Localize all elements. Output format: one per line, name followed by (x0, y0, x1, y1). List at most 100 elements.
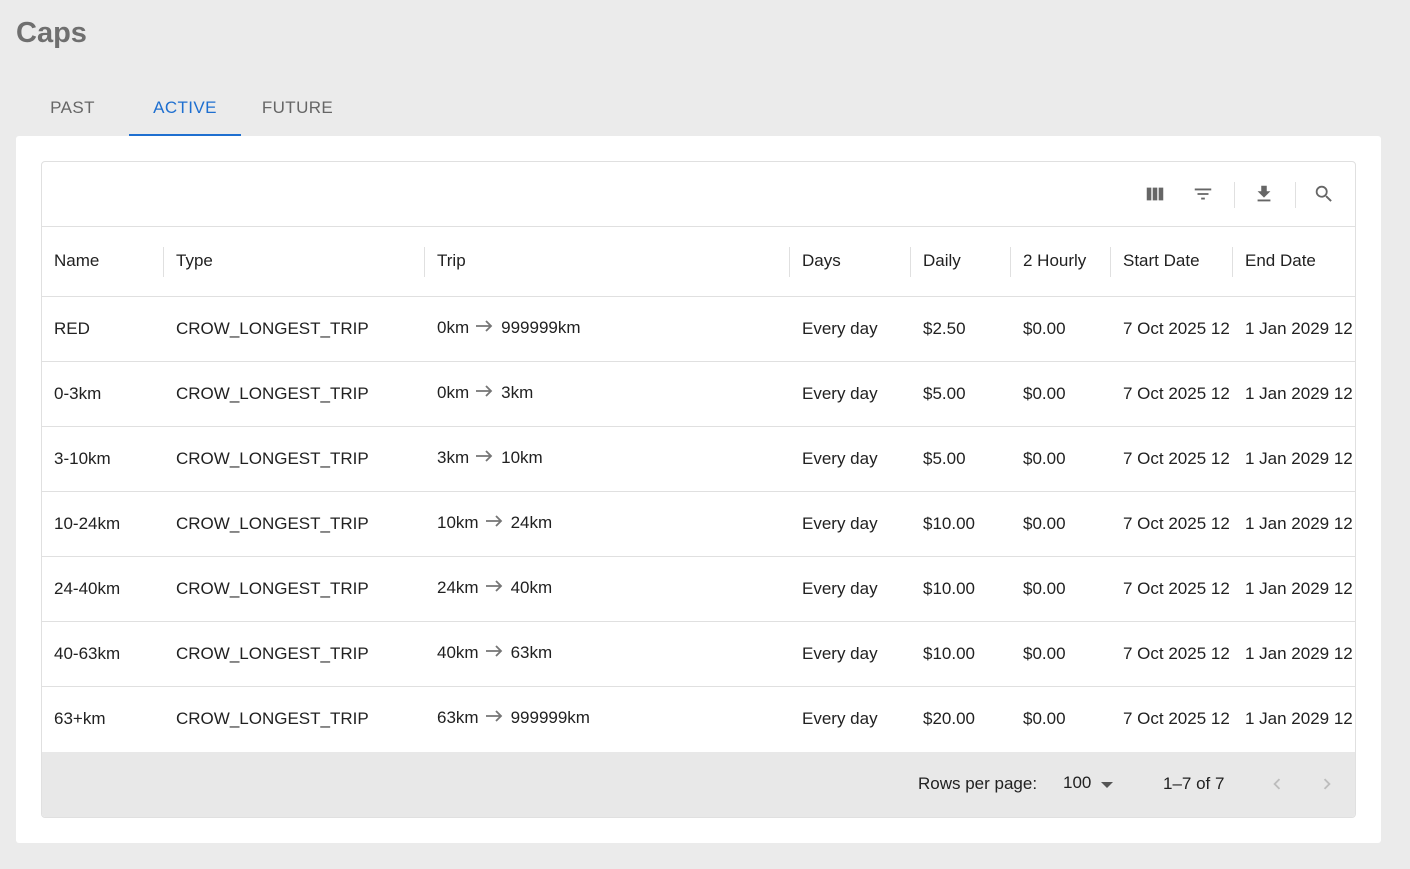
cell-name: 63+km (54, 708, 106, 728)
trip-from: 40km (437, 643, 479, 663)
cell-start-date: 7 Oct 2025 12 (1111, 426, 1233, 492)
arrow-right-icon (485, 708, 505, 728)
cell-type: CROW_LONGEST_TRIP (164, 426, 425, 492)
table-row[interactable]: 0-3km CROW_LONGEST_TRIP 0km 3km Every day $5.… (42, 361, 1355, 427)
trip-to: 24km (510, 513, 553, 533)
cell-days: Every day (790, 296, 911, 362)
cell-trip: 0km 999999km (425, 296, 790, 362)
column-header-trip[interactable]: Trip (425, 227, 790, 297)
cell-type: CROW_LONGEST_TRIP (164, 296, 425, 362)
cell-days: Every day (802, 708, 878, 728)
view-columns-icon[interactable] (1141, 180, 1169, 208)
cell-end-date: 1 Jan 2029 12 (1233, 491, 1355, 557)
column-header-2-hourly[interactable]: 2 Hourly (1011, 227, 1111, 297)
rows-per-page-select[interactable]: 100 (1063, 773, 1114, 793)
table-row[interactable]: 3-10km CROW_LONGEST_TRIP 3km 10km Every day $… (42, 426, 1355, 492)
cell-daily: $10.00 (911, 556, 1011, 622)
arrow-right-icon (475, 318, 495, 338)
cell-type: CROW_LONGEST_TRIP (176, 708, 369, 728)
cell-trip: 3km 10km (425, 426, 790, 492)
trip-from: 63km (437, 708, 479, 728)
cell-2-hourly: $0.00 (1011, 296, 1111, 362)
cell-end-date: 1 Jan 2029 12 (1233, 556, 1355, 622)
table-toolbar (42, 162, 1355, 227)
trip-from: 0km (437, 383, 470, 403)
next-page-button[interactable] (1315, 772, 1339, 796)
table-row[interactable]: 24-40km CROW_LONGEST_TRIP 24km 40km Every da… (42, 556, 1355, 622)
arrow-right-icon (475, 448, 495, 468)
previous-page-button[interactable] (1265, 772, 1289, 796)
chevron-left-icon (1273, 778, 1281, 790)
filter-icon[interactable] (1189, 180, 1217, 208)
data-table: Name Type Trip Days Daily 2 Hourly Start… (41, 161, 1356, 818)
chevron-right-icon (1323, 778, 1331, 790)
cell-days: Every day (790, 361, 911, 427)
trip-from: 3km (437, 448, 470, 468)
trip-to: 999999km (501, 318, 581, 338)
cell-end-date: 1 Jan 2029 12 (1233, 296, 1355, 362)
table-row[interactable]: RED CROW_LONGEST_TRIP 0km 999999km Every day… (42, 296, 1355, 362)
cell-type: CROW_LONGEST_TRIP (164, 361, 425, 427)
cell-type: CROW_LONGEST_TRIP (164, 621, 425, 687)
table-row[interactable]: 63+km CROW_LONGEST_TRIP 63km 999999km Every … (42, 686, 1355, 751)
cell-start-date: 7 Oct 2025 12 (1111, 491, 1233, 557)
cell-start-date: 7 Oct 2025 12 (1111, 361, 1233, 427)
column-header-type[interactable]: Type (164, 227, 425, 297)
trip-from: 10km (437, 513, 479, 533)
pagination-range: 1–7 of 7 (1163, 774, 1225, 793)
cell-trip: 10km 24km (425, 491, 790, 557)
table-row[interactable]: 10-24km CROW_LONGEST_TRIP 10km 24km Every da… (42, 491, 1355, 557)
column-header-end-date[interactable]: End Date (1233, 227, 1355, 297)
tab-active[interactable]: ACTIVE (129, 80, 241, 136)
cell-daily: $5.00 (911, 361, 1011, 427)
cell-start-date: 7 Oct 2025 12 (1111, 621, 1233, 687)
trip-to: 40km (510, 578, 553, 598)
trip-to: 999999km (510, 708, 590, 728)
cell-name: 0-3km (42, 361, 164, 427)
content-card: Name Type Trip Days Daily 2 Hourly Start… (16, 136, 1381, 843)
cell-days: Every day (790, 491, 911, 557)
table-row[interactable]: 40-63km CROW_LONGEST_TRIP 40km 63km Every da… (42, 621, 1355, 687)
cell-type: CROW_LONGEST_TRIP (164, 556, 425, 622)
caret-down-icon (1101, 781, 1114, 788)
cell-days: Every day (790, 426, 911, 492)
tab-future[interactable]: FUTURE (241, 80, 354, 136)
cell-daily: $10.00 (911, 621, 1011, 687)
cell-name: 40-63km (42, 621, 164, 687)
rows-per-page-value: 100 (1063, 773, 1092, 792)
cell-end-date: 1 Jan 2029 12 (1233, 361, 1355, 427)
cell-daily: $2.50 (911, 296, 1011, 362)
search-icon[interactable] (1310, 180, 1338, 208)
table-header-row: Name Type Trip Days Daily 2 Hourly Start… (42, 227, 1355, 297)
cell-days: Every day (790, 621, 911, 687)
trip-from: 24km (437, 578, 479, 598)
cell-2-hourly: $0.00 (1023, 708, 1066, 728)
trip-to: 3km (501, 383, 534, 403)
cell-trip: 40km 63km (425, 621, 790, 687)
column-header-name[interactable]: Name (42, 227, 164, 297)
table-footer: Rows per page: 100 1–7 of 7 (42, 752, 1355, 817)
column-header-start-date[interactable]: Start Date (1111, 227, 1233, 297)
arrow-right-icon (475, 383, 495, 403)
tab-past[interactable]: PAST (16, 80, 129, 136)
cell-start-date: 7 Oct 2025 12 (1123, 708, 1230, 728)
cell-trip: 63km 999999km (425, 686, 790, 751)
cell-2-hourly: $0.00 (1011, 426, 1111, 492)
tab-bar: PAST ACTIVE FUTURE (16, 80, 354, 136)
cell-name: 24-40km (42, 556, 164, 622)
cell-daily: $20.00 (923, 708, 975, 728)
cell-type: CROW_LONGEST_TRIP (164, 491, 425, 557)
column-header-daily[interactable]: Daily (911, 227, 1011, 297)
arrow-right-icon (485, 578, 505, 598)
download-icon[interactable] (1250, 180, 1278, 208)
cell-name: RED (42, 296, 164, 362)
cell-2-hourly: $0.00 (1011, 361, 1111, 427)
cell-end-date: 1 Jan 2029 12 (1233, 621, 1355, 687)
cell-start-date: 7 Oct 2025 12 (1111, 556, 1233, 622)
arrow-right-icon (485, 643, 505, 663)
cell-start-date: 7 Oct 2025 12 (1111, 296, 1233, 362)
cell-2-hourly: $0.00 (1011, 556, 1111, 622)
column-header-days[interactable]: Days (790, 227, 911, 297)
caps-table: Name Type Trip Days Daily 2 Hourly Start… (42, 227, 1355, 751)
cell-trip: 24km 40km (425, 556, 790, 622)
